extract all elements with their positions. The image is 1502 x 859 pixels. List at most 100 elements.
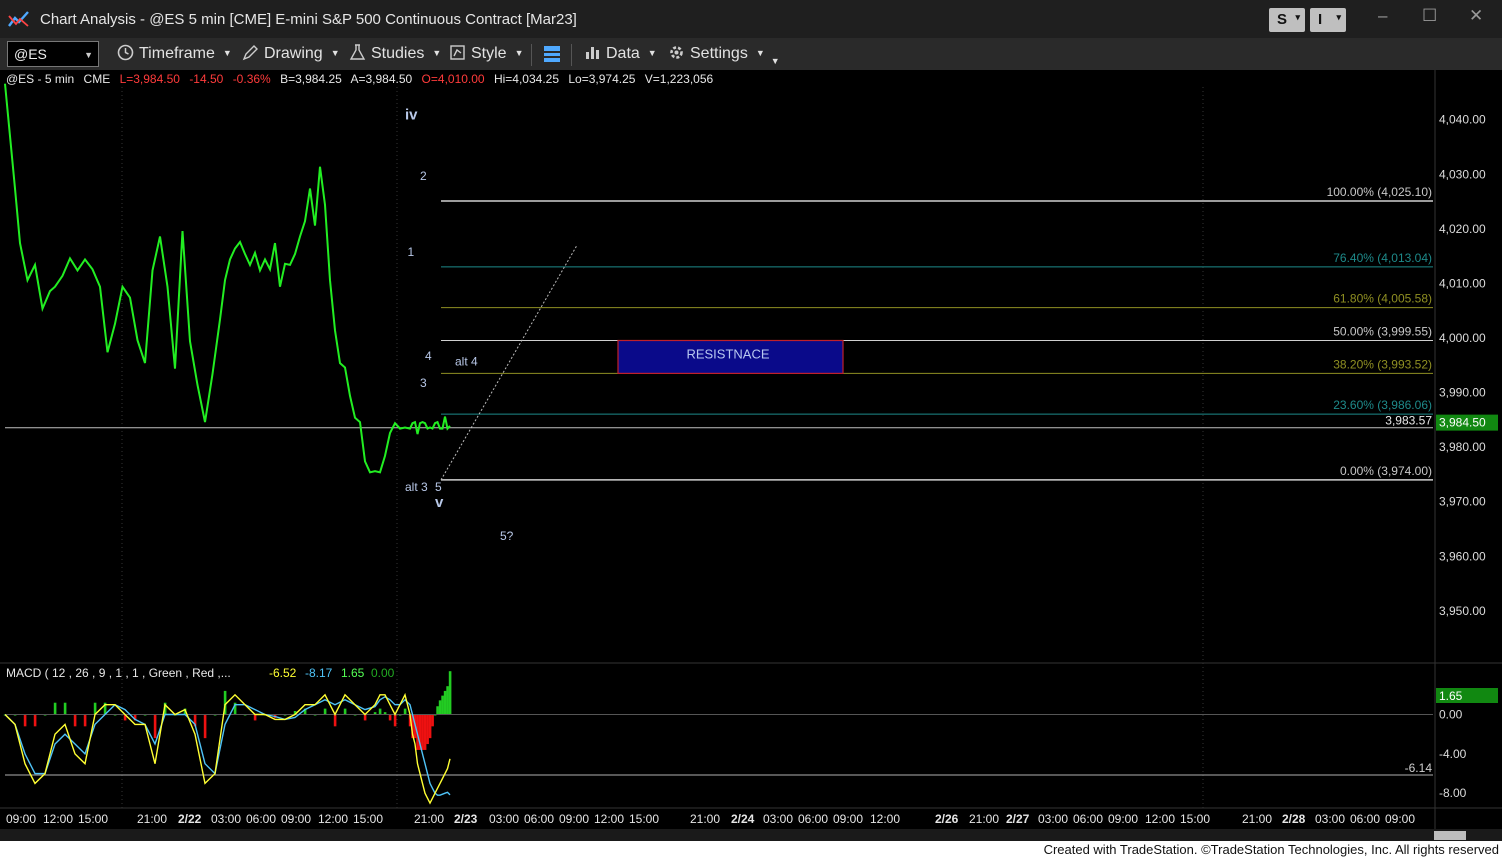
window-titlebar: Chart Analysis - @ES 5 min [CME] E-mini … <box>0 0 1502 38</box>
macd-hline-label: -6.14 <box>1405 761 1433 775</box>
fib-level-label: 100.00% (4,025.10) <box>1327 185 1432 199</box>
chevron-down-icon: ▾ <box>1295 12 1300 22</box>
quote-bid: B=3,984.25 <box>280 72 342 86</box>
chevron-down-icon: ▼ <box>84 50 93 60</box>
macd-histogram-bar <box>443 690 447 715</box>
macd-header: MACD ( 12 , 26 , 9 , 1 , 1 , Green , Red… <box>6 666 231 680</box>
style-label: Style <box>471 45 507 62</box>
indicator-panel-icon[interactable] <box>542 44 562 64</box>
wave-label: 4 <box>425 349 432 363</box>
toolbar-divider <box>531 44 532 66</box>
time-axis: 09:00 12:00 15:00 21:00 2/22 03:00 06:00 09:00 1… <box>6 812 1415 826</box>
gear-icon <box>670 46 683 59</box>
bar-chart-icon <box>586 47 599 59</box>
time-axis-label: 09:00 <box>6 812 36 826</box>
horizontal-scrollbar[interactable] <box>0 829 1502 841</box>
price-axis-label: 4,000.00 <box>1439 331 1486 345</box>
macd-histogram-bar <box>33 714 37 727</box>
data-label: Data <box>606 45 640 62</box>
macd-histogram-bar <box>426 714 429 745</box>
price-axis-label: 4,020.00 <box>1439 222 1486 236</box>
macd-histogram-bar <box>446 686 449 715</box>
chart-background <box>0 70 1502 830</box>
fib-level-label: 38.20% (3,993.52) <box>1333 357 1432 371</box>
macd-histogram-bar <box>203 714 207 739</box>
pencil-icon <box>242 45 258 61</box>
quote-pct: -0.36% <box>232 72 271 86</box>
status-bar: Created with TradeStation. ©TradeStation… <box>0 841 1502 859</box>
time-axis-label: 12:00 <box>318 812 348 826</box>
copyright-credit: Created with TradeStation. ©TradeStation… <box>1043 842 1499 857</box>
symbol-value: @ES <box>14 46 47 62</box>
price-chart[interactable]: 100.00% (4,025.10) 76.40% (4,013.04) 61.80… <box>0 70 1502 830</box>
fib-level-label: 61.80% (4,005.58) <box>1333 292 1432 306</box>
time-axis-label: 2/26 <box>935 812 959 826</box>
macd-histogram-bar <box>441 695 444 715</box>
time-axis-label: 2/27 <box>1006 812 1030 826</box>
chart-toolbar: @ES ▼ Timeframe ▼ Drawing ▼ Studies ▼ Style… <box>0 38 1502 71</box>
price-axis-label: 3,960.00 <box>1439 549 1486 563</box>
macd-histogram-bar <box>421 714 424 750</box>
macd-histogram-bar <box>83 714 87 727</box>
studies-label: Studies <box>371 45 425 62</box>
studies-menu[interactable]: Studies ▼ <box>349 44 441 63</box>
time-axis-label: 21:00 <box>414 812 444 826</box>
time-axis-label: 03:00 <box>1315 812 1345 826</box>
symbol-selector[interactable]: @ES ▼ <box>7 41 99 67</box>
zero-value: 0.00 <box>371 666 395 680</box>
time-axis-label: 15:00 <box>1180 812 1210 826</box>
macd-histogram-bar <box>403 708 407 715</box>
close-button[interactable]: ✕ <box>1469 6 1483 26</box>
macd-histogram-bar <box>388 714 392 721</box>
macd-histogram-bar <box>153 714 157 739</box>
chevron-down-icon: ▼ <box>514 48 524 58</box>
i-button[interactable]: I ▾ <box>1310 8 1346 32</box>
macd-histogram-bar <box>23 714 27 727</box>
s-button-label: S <box>1277 11 1288 28</box>
scrollbar-thumb[interactable] <box>1434 831 1466 840</box>
macd-axis-label: -4.00 <box>1439 747 1467 761</box>
macd-axis-label: 0.00 <box>1439 708 1463 722</box>
chevron-down-icon: ▼ <box>330 48 340 58</box>
data-menu[interactable]: Data ▼ <box>584 44 657 63</box>
macd-histogram-bar <box>333 714 337 727</box>
s-button[interactable]: S ▾ <box>1269 8 1305 32</box>
drawing-menu[interactable]: Drawing ▼ <box>242 44 340 63</box>
quote-ask: A=3,984.50 <box>350 72 413 86</box>
macd-histogram-bar <box>436 706 439 715</box>
time-axis-label: 06:00 <box>524 812 554 826</box>
maximize-button[interactable]: ☐ <box>1422 6 1437 26</box>
flask-icon <box>349 44 366 60</box>
i-button-label: I <box>1318 11 1323 28</box>
overflow-icon[interactable]: ▼ <box>771 56 780 66</box>
macd-value: -6.52 <box>269 666 297 680</box>
time-axis-label: 06:00 <box>798 812 828 826</box>
price-axis-label: 4,030.00 <box>1439 167 1486 181</box>
histogram-value: 1.65 <box>341 666 365 680</box>
chevron-down-icon: ▼ <box>432 48 442 58</box>
wave-label: 3 <box>420 376 427 390</box>
quote-high: Hi=4,034.25 <box>493 72 560 86</box>
wave-label: 1 <box>408 245 415 259</box>
timeframe-menu[interactable]: Timeframe ▼ <box>117 44 232 63</box>
quote-symbol: @ES - 5 min <box>6 72 75 86</box>
time-axis-label: 12:00 <box>870 812 900 826</box>
macd-histogram-bar <box>448 671 452 715</box>
minimize-button[interactable]: – <box>1378 6 1387 26</box>
price-axis-label: 4,010.00 <box>1439 276 1486 290</box>
quote-volume: V=1,223,056 <box>644 72 714 86</box>
wave-label: iv <box>405 107 418 124</box>
time-axis-label: 06:00 <box>246 812 276 826</box>
time-axis-label: 03:00 <box>489 812 519 826</box>
chevron-down-icon: ▼ <box>222 48 232 58</box>
time-axis-label: 03:00 <box>763 812 793 826</box>
time-axis-label: 2/22 <box>178 812 202 826</box>
quote-change: -14.50 <box>189 72 224 86</box>
time-axis-label: 2/23 <box>454 812 478 826</box>
style-menu[interactable]: Style ▼ <box>449 44 524 63</box>
tradestation-logo-icon <box>8 11 29 27</box>
clock-icon <box>117 44 134 61</box>
drawing-label: Drawing <box>264 45 323 62</box>
fib-level-label: 23.60% (3,986.06) <box>1333 398 1432 412</box>
settings-menu[interactable]: Settings ▼ ▼ <box>668 44 780 66</box>
